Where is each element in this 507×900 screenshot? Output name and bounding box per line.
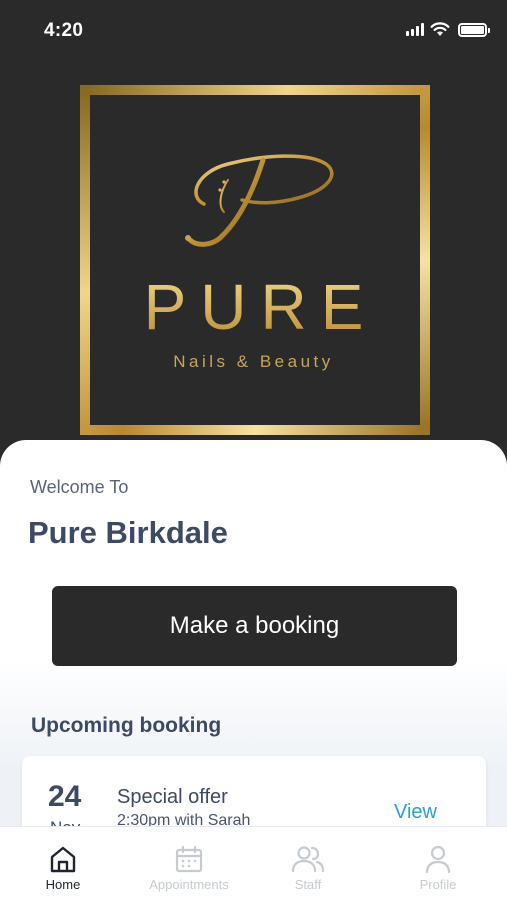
logo-tagline: Nails & Beauty bbox=[173, 352, 334, 371]
status-time: 4:20 bbox=[44, 20, 84, 41]
logo-frame bbox=[80, 85, 430, 435]
tab-appointments-label: Appointments bbox=[149, 877, 229, 892]
tab-home-label: Home bbox=[45, 877, 81, 892]
venue-name: Pure Birkdale bbox=[28, 515, 228, 550]
calendar-icon bbox=[175, 845, 203, 873]
booking-day: 24 bbox=[48, 780, 82, 813]
upcoming-booking-title: Upcoming booking bbox=[31, 714, 222, 737]
signal-icon bbox=[406, 23, 424, 36]
view-booking-link[interactable]: View bbox=[394, 801, 437, 824]
logo-wordmark: PURE bbox=[0, 270, 507, 344]
welcome-label: Welcome To bbox=[30, 477, 129, 497]
people-icon bbox=[291, 846, 325, 873]
tab-profile-label: Profile bbox=[419, 877, 457, 892]
monogram-p-logo bbox=[185, 154, 334, 247]
status-bar: 4:20 bbox=[0, 0, 507, 62]
tab-staff[interactable]: Staff bbox=[245, 827, 371, 900]
tab-home[interactable]: Home bbox=[0, 827, 126, 900]
wifi-icon bbox=[430, 22, 450, 36]
battery-icon bbox=[458, 22, 490, 37]
tab-staff-label: Staff bbox=[294, 877, 322, 892]
brand-logo: PURE Nails & Beauty bbox=[0, 62, 507, 462]
tab-bar: Home Appointments Staff Profile bbox=[0, 826, 507, 900]
tab-appointments[interactable]: Appointments bbox=[126, 827, 252, 900]
home-icon bbox=[50, 846, 76, 873]
person-icon bbox=[425, 845, 451, 874]
status-icons bbox=[406, 22, 490, 37]
tab-profile[interactable]: Profile bbox=[375, 827, 501, 900]
make-booking-button[interactable]: Make a booking bbox=[52, 586, 457, 666]
booking-title: Special offer bbox=[117, 786, 228, 808]
